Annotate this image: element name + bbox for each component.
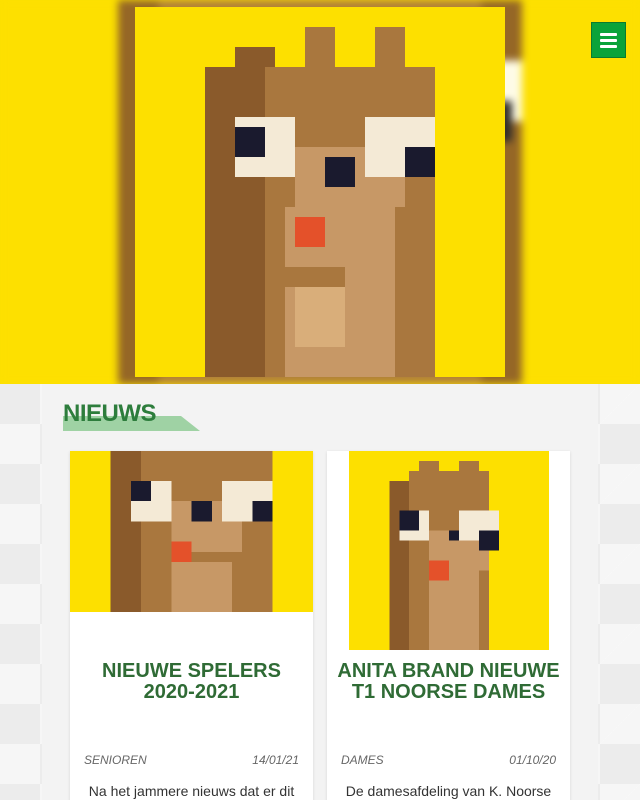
news-section: NIEUWS NIEUWE SPELERS 2020-2021 SENIOREN… bbox=[42, 384, 598, 800]
news-card-category: SENIOREN bbox=[84, 753, 147, 767]
menu-button[interactable] bbox=[591, 22, 626, 58]
hamburger-icon bbox=[600, 32, 617, 48]
section-title: NIEUWS bbox=[63, 400, 157, 427]
news-card-category: DAMES bbox=[341, 753, 384, 767]
section-heading: NIEUWS bbox=[63, 400, 200, 431]
site-logo[interactable] bbox=[135, 7, 505, 377]
news-card-excerpt: De damesafdeling van K. Noorse bbox=[345, 783, 552, 799]
news-card-title[interactable]: NIEUWE SPELERS 2020-2021 bbox=[78, 661, 305, 703]
news-card-image[interactable] bbox=[70, 451, 313, 612]
news-card-meta: SENIOREN 14/01/21 bbox=[84, 753, 299, 767]
news-card-date: 01/10/20 bbox=[509, 753, 556, 767]
news-card-image[interactable] bbox=[349, 451, 549, 650]
site-header bbox=[0, 0, 640, 384]
news-card-meta: DAMES 01/10/20 bbox=[341, 753, 556, 767]
news-card[interactable]: NIEUWE SPELERS 2020-2021 SENIOREN 14/01/… bbox=[70, 451, 313, 800]
news-card-date: 14/01/21 bbox=[252, 753, 299, 767]
news-card[interactable]: ANITA BRAND NIEUWE T1 NOORSE DAMES DAMES… bbox=[327, 451, 570, 800]
news-card-title[interactable]: ANITA BRAND NIEUWE T1 NOORSE DAMES bbox=[335, 661, 562, 703]
news-card-excerpt: Na het jammere nieuws dat er dit bbox=[88, 783, 295, 799]
